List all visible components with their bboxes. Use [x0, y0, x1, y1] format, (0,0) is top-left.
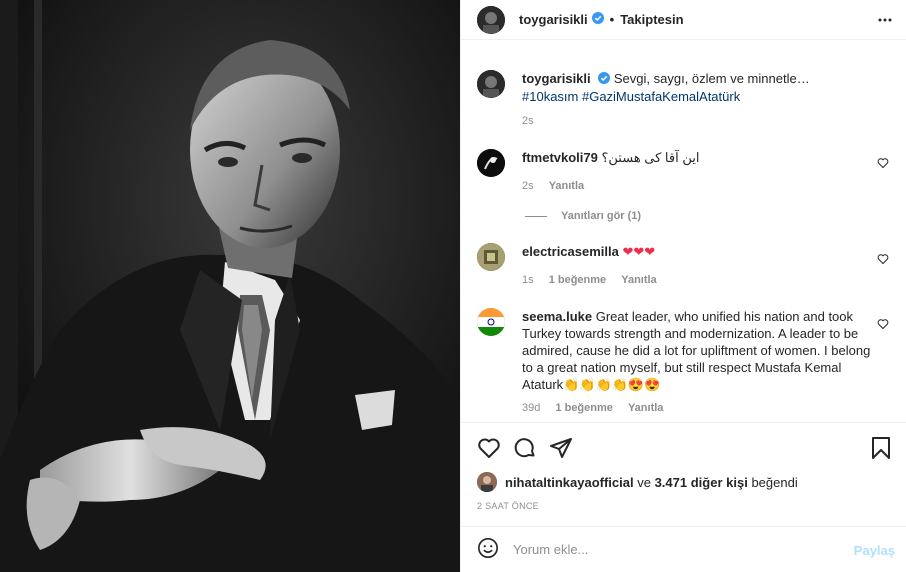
verified-icon	[591, 12, 604, 27]
share-icon[interactable]	[549, 436, 573, 463]
avatar[interactable]	[477, 308, 505, 336]
like-comment-icon[interactable]	[877, 157, 889, 172]
verified-icon	[598, 71, 611, 88]
likes-suffix: beğendi	[751, 474, 798, 490]
view-replies-label: Yanıtları gör (1)	[561, 210, 642, 222]
caption-body: Sevgi, saygı, özlem ve minnetle…	[613, 71, 810, 86]
like-icon[interactable]	[477, 436, 501, 463]
like-comment-icon[interactable]	[877, 253, 889, 268]
comment-username[interactable]: seema.luke	[522, 309, 592, 324]
comment-text: ftmetvkoli79 این آقا کی هستن؟	[522, 149, 882, 166]
separator-dot: •	[609, 12, 615, 27]
avatar[interactable]	[477, 243, 505, 271]
caption-meta: 2s	[522, 115, 546, 127]
comment-time[interactable]: 2s	[522, 180, 534, 192]
post-panel: toygarisikli • Takiptesin toygarisikli S…	[460, 0, 906, 572]
comment-time[interactable]: 1s	[522, 274, 534, 286]
comment-meta: 2s Yanıtla	[522, 180, 596, 192]
likes-others[interactable]: 3.471 diğer kişi	[655, 475, 748, 490]
avatar[interactable]	[477, 472, 497, 492]
like-comment-icon[interactable]	[877, 318, 889, 333]
comment-text: electricasemilla ❤❤❤	[522, 243, 882, 261]
action-bar	[461, 422, 906, 470]
comment-text: seema.luke Great leader, who unified his…	[522, 308, 882, 393]
comment-time[interactable]: 39d	[522, 402, 540, 414]
post-comment-button[interactable]: Paylaş	[854, 543, 895, 558]
avatar[interactable]	[477, 70, 505, 98]
comments-list[interactable]: toygarisikli Sevgi, saygı, özlem ve minn…	[461, 40, 906, 422]
comment-meta: 39d 1 beğenme Yanıtla	[522, 402, 675, 414]
comment-body: ❤❤❤	[622, 245, 656, 260]
view-replies-button[interactable]: Yanıtları gör (1)	[525, 210, 641, 222]
liker-username[interactable]: nihataltinkayaofficial	[505, 475, 634, 490]
caption-time[interactable]: 2s	[522, 115, 534, 127]
add-comment-bar: Paylaş	[461, 526, 906, 572]
caption-hashtags[interactable]: #10kasım #GaziMustafaKemalAtatürk	[522, 89, 740, 104]
comment-likes[interactable]: 1 beğenme	[549, 274, 606, 286]
portrait-image	[0, 0, 460, 572]
post-timestamp[interactable]: 2 SAAT ÖNCE	[477, 501, 539, 511]
following-button[interactable]: Takiptesin	[620, 12, 683, 27]
bookmark-icon[interactable]	[869, 436, 893, 463]
post-photo[interactable]	[0, 0, 460, 572]
likes-conj: ve	[637, 474, 651, 490]
caption-username[interactable]: toygarisikli	[522, 71, 591, 86]
comment-body: این آقا کی هستن؟	[601, 150, 700, 165]
more-options-icon[interactable]	[877, 12, 893, 31]
header-username[interactable]: toygarisikli	[519, 12, 588, 27]
comment-input[interactable]	[513, 542, 833, 557]
comment-icon[interactable]	[513, 436, 537, 463]
divider-line	[525, 215, 547, 217]
reply-button[interactable]: Yanıtla	[549, 180, 584, 192]
caption-text: toygarisikli Sevgi, saygı, özlem ve minn…	[522, 70, 882, 105]
comment-likes[interactable]: 1 beğenme	[555, 402, 612, 414]
avatar[interactable]	[477, 149, 505, 177]
likes-summary: nihataltinkayaofficial ve 3.471 diğer ki…	[477, 472, 798, 492]
reply-button[interactable]: Yanıtla	[628, 402, 663, 414]
avatar[interactable]	[477, 5, 505, 34]
comment-username[interactable]: ftmetvkoli79	[522, 150, 598, 165]
reply-button[interactable]: Yanıtla	[621, 274, 656, 286]
comment-username[interactable]: electricasemilla	[522, 244, 619, 259]
emoji-icon[interactable]	[477, 537, 499, 562]
post-header: toygarisikli • Takiptesin	[461, 0, 906, 40]
comment-meta: 1s 1 beğenme Yanıtla	[522, 274, 669, 286]
